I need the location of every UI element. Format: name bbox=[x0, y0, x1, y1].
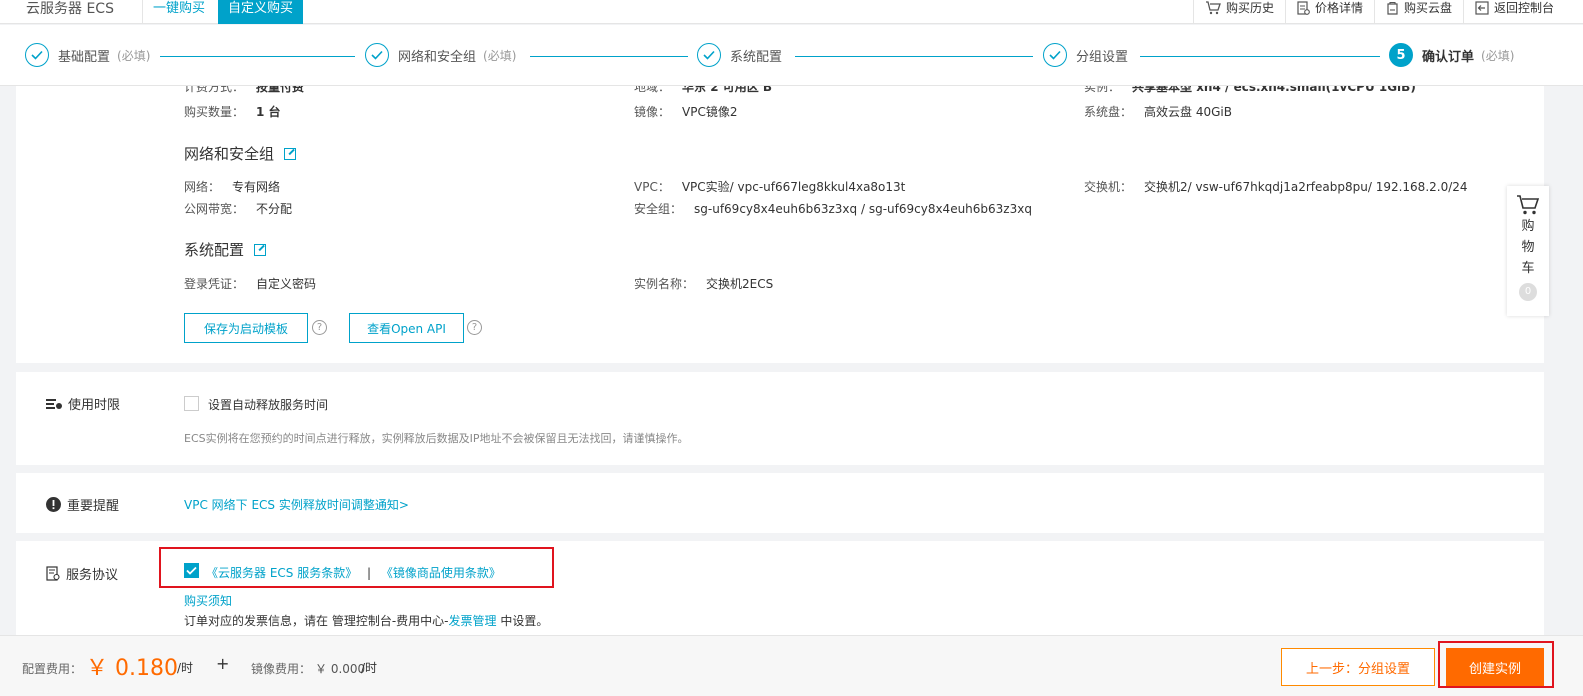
instance-type: 实例： 共享基本型 xn4 / ecs.xn4.small(1vCPU 1GiB) bbox=[1084, 86, 1416, 94]
network-section-title: 网络和安全组 bbox=[184, 143, 297, 164]
edit-icon[interactable] bbox=[284, 147, 297, 160]
cart-history-icon bbox=[1205, 1, 1221, 15]
previous-step-button[interactable]: 上一步：分组设置 bbox=[1281, 648, 1435, 686]
usage-duration-label: 使用时限 bbox=[46, 394, 120, 413]
agreement-highlight bbox=[159, 547, 554, 588]
usage-duration-card: 使用时限 设置自动释放服务时间 ECS实例将在您预约的时间点进行释放，实例释放后… bbox=[16, 372, 1544, 465]
purchase-history-label: 购买历史 bbox=[1225, 1, 1274, 15]
step-system[interactable]: 系统配置 bbox=[697, 43, 791, 67]
step-label: 系统配置 bbox=[730, 49, 783, 65]
step-basic[interactable]: 基础配置 (必填) bbox=[25, 43, 159, 67]
region: 地域： 华东 2 可用区 B bbox=[634, 86, 773, 94]
tab-quick-buy[interactable]: 一键购买 bbox=[142, 0, 215, 24]
disk-icon bbox=[1387, 1, 1398, 15]
cart-label-char: 物 bbox=[1521, 240, 1535, 255]
step-connector bbox=[795, 56, 1033, 57]
config-fee-unit: /时 bbox=[177, 661, 194, 675]
service-agreement-label: 服务协议 bbox=[46, 564, 118, 583]
save-template-button[interactable]: 保存为启动模板 bbox=[184, 313, 308, 343]
return-icon bbox=[1475, 1, 1489, 15]
billing-method: 计费方式： 按量付费 bbox=[184, 86, 305, 94]
security-group: 安全组： sg-uf69cy8x4euh6b63z3xq / sg-uf69cy8… bbox=[634, 202, 1032, 216]
return-console-label: 返回控制台 bbox=[1493, 1, 1554, 15]
config-fee-value: ￥ 0.180 bbox=[86, 656, 178, 681]
vpc: VPC： VPC实验/ vpc-uf667leg8kkul4xa8o13t bbox=[634, 180, 906, 194]
image: 镜像： VPC镜像2 bbox=[634, 105, 738, 119]
plus-sign: + bbox=[216, 654, 230, 673]
image-fee-value: ￥ 0.000 bbox=[315, 662, 366, 676]
image-fee-label: 镜像费用： bbox=[251, 662, 312, 676]
purchase-history-link[interactable]: 购买历史 bbox=[1192, 0, 1285, 24]
create-button-highlight bbox=[1438, 641, 1554, 688]
important-notice-label: 重要提醒 bbox=[46, 495, 119, 514]
step-connector bbox=[1140, 56, 1380, 57]
check-icon bbox=[365, 43, 389, 67]
step-label: 确认订单 bbox=[1422, 49, 1475, 65]
invoice-note: 订单对应的发票信息，请在 管理控制台-费用中心-发票管理 中设置。 bbox=[184, 614, 549, 628]
step-connector bbox=[530, 56, 688, 57]
step-network[interactable]: 网络和安全组 (必填) bbox=[365, 43, 525, 67]
system-disk: 系统盘： 高效云盘 40GiB bbox=[1084, 105, 1232, 119]
vswitch: 交换机： 交换机2/ vsw-uf67hkqdj1a2rfeabp8pu/ 192… bbox=[1084, 180, 1468, 194]
price-detail-label: 价格详情 bbox=[1314, 1, 1363, 15]
step-connector bbox=[160, 56, 355, 57]
check-icon bbox=[697, 43, 721, 67]
price-detail-link[interactable]: 价格详情 bbox=[1284, 0, 1374, 24]
step-label: 基础配置 bbox=[58, 49, 111, 65]
summary-clipped-row: 计费方式： 按量付费 地域： 华东 2 可用区 B 实例： 共享基本型 xn4 / e… bbox=[16, 86, 1544, 96]
important-notice-card: 重要提醒 VPC 网络下 ECS 实例释放时间调整通知> bbox=[16, 473, 1544, 533]
network-type: 网络： 专有网络 bbox=[184, 180, 281, 194]
step-required: (必填) bbox=[117, 48, 151, 63]
public-bandwidth: 公网带宽： 不分配 bbox=[184, 202, 293, 216]
step-indicator: 基础配置 (必填) 网络和安全组 (必填) 系统配置 分组设置 5 确认订单 (… bbox=[0, 25, 1583, 86]
step-label: 分组设置 bbox=[1076, 49, 1129, 65]
buy-disk-label: 购买云盘 bbox=[1403, 1, 1452, 15]
product-title: 云服务器 ECS bbox=[26, 1, 114, 17]
check-icon bbox=[1043, 43, 1067, 67]
help-icon[interactable]: ? bbox=[467, 320, 482, 335]
step-confirm: 5 确认订单 (必填) bbox=[1389, 43, 1523, 67]
return-console-link[interactable]: 返回控制台 bbox=[1462, 0, 1565, 24]
instance-name: 实例名称： 交换机2ECS bbox=[634, 277, 774, 291]
header-links: 购买历史 价格详情 购买云盘 返回控制台 bbox=[1192, 0, 1565, 24]
image-fee-unit: /时 bbox=[361, 661, 378, 675]
agreement-icon bbox=[46, 566, 60, 581]
cart-label-char: 车 bbox=[1521, 261, 1535, 276]
tab-custom-buy[interactable]: 自定义购买 bbox=[218, 0, 304, 24]
release-note: ECS实例将在您预约的时间点进行释放，实例释放后数据及IP地址不会被保留且无法找… bbox=[184, 432, 689, 445]
price-detail-icon bbox=[1297, 1, 1310, 15]
edit-icon[interactable] bbox=[254, 243, 267, 256]
step-required: (必填) bbox=[483, 48, 517, 63]
help-icon[interactable]: ? bbox=[312, 320, 327, 335]
login-credential: 登录凭证： 自定义密码 bbox=[184, 277, 317, 291]
step-label: 网络和安全组 bbox=[398, 49, 477, 65]
order-footer: 配置费用： ￥ 0.180 /时 + 镜像费用： ￥ 0.000 /时 上一步：… bbox=[0, 635, 1583, 696]
buy-disk-link[interactable]: 购买云盘 bbox=[1373, 0, 1463, 24]
cart-count-badge: 0 bbox=[1519, 283, 1537, 301]
auto-release-checkbox[interactable] bbox=[184, 396, 199, 411]
config-fee-label: 配置费用： bbox=[22, 662, 83, 676]
invoice-management-link[interactable]: 发票管理 bbox=[448, 614, 496, 628]
purchase-quantity: 购买数量： 1 台 bbox=[184, 105, 281, 119]
auto-release-label: 设置自动释放服务时间 bbox=[208, 398, 329, 412]
shopping-cart-widget[interactable]: 购 物 车 0 bbox=[1507, 186, 1549, 316]
order-summary-card: 计费方式： 按量付费 地域： 华东 2 可用区 B 实例： 共享基本型 xn4 / e… bbox=[16, 86, 1544, 363]
cart-label-char: 购 bbox=[1521, 219, 1535, 234]
purchase-notice-link[interactable]: 购买须知 bbox=[184, 592, 232, 609]
release-policy-link[interactable]: VPC 网络下 ECS 实例释放时间调整通知> bbox=[184, 496, 409, 513]
duration-icon bbox=[46, 398, 62, 409]
step-number: 5 bbox=[1389, 43, 1413, 67]
cart-icon bbox=[1517, 195, 1540, 215]
step-required: (必填) bbox=[1481, 48, 1515, 63]
system-section-title: 系统配置 bbox=[184, 239, 267, 260]
view-open-api-button[interactable]: 查看Open API bbox=[349, 313, 464, 343]
alert-icon bbox=[46, 497, 61, 512]
step-group[interactable]: 分组设置 bbox=[1043, 43, 1137, 67]
top-bar: 云服务器 ECS 一键购买 自定义购买 购买历史 价格详情 购买云盘 返回控制台 bbox=[0, 0, 1583, 24]
check-icon bbox=[25, 43, 49, 67]
